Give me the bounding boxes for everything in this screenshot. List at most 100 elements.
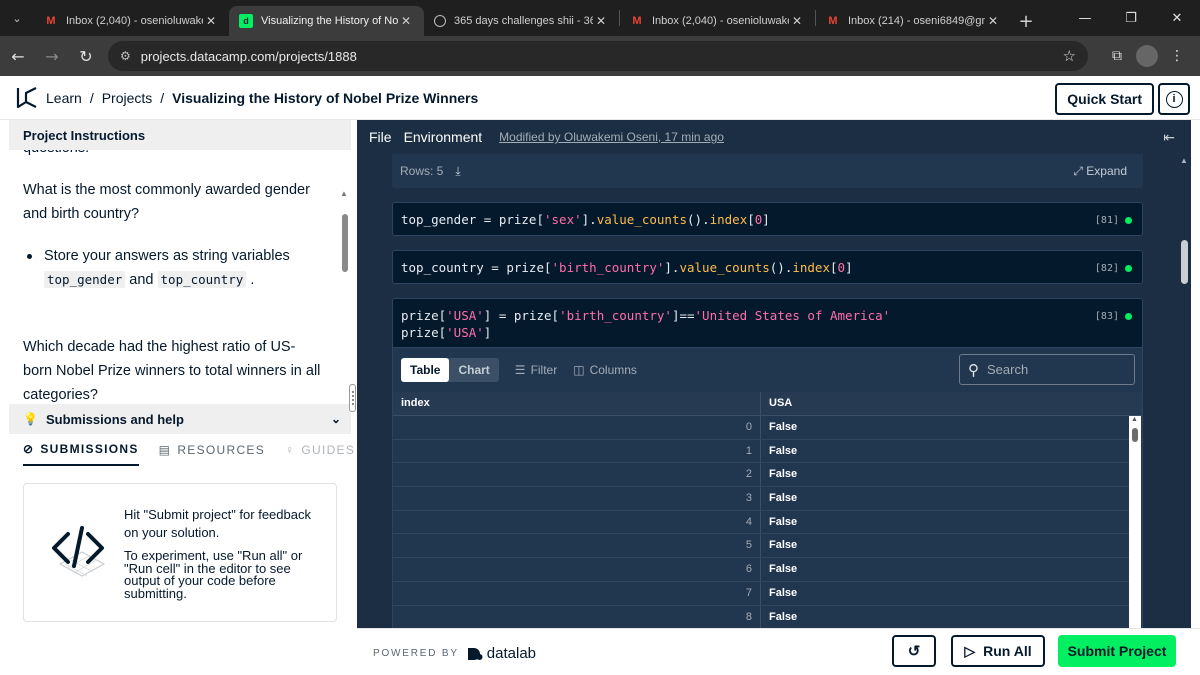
table-row[interactable]: 3 False: [393, 487, 1142, 511]
powered-by-label: POWERED BY: [373, 648, 459, 659]
modified-by-link[interactable]: Modified by Oluwakemi Oseni, 17 min ago: [499, 130, 724, 144]
breadcrumb-learn[interactable]: Learn: [46, 90, 82, 106]
browser-tab[interactable]: 365 days challenges shii - 36 ✕: [424, 6, 619, 36]
code-cell[interactable]: prize['USA'] = prize['birth_country']=='…: [392, 298, 1143, 348]
scroll-up-icon[interactable]: ▲: [1131, 416, 1138, 423]
table-view-button[interactable]: Table: [401, 358, 450, 382]
collapse-panel-icon[interactable]: ⇤: [1163, 129, 1175, 146]
reload-icon[interactable]: ↻: [70, 40, 102, 72]
table-scrollbar[interactable]: ▲: [1129, 416, 1141, 628]
menu-environment[interactable]: Environment: [404, 129, 483, 145]
table-row[interactable]: 4 False: [393, 510, 1142, 535]
scroll-up-icon[interactable]: ▲: [340, 182, 348, 206]
instructions-body[interactable]: questions: What is the most commonly awa…: [9, 150, 351, 404]
submissions-tabs: ⊘ SUBMISSIONS ▤ RESOURCES ♀ GUIDES: [23, 442, 355, 466]
scrollbar-thumb[interactable]: [1132, 428, 1138, 442]
cell-execution-count: [83]: [1095, 308, 1132, 325]
browser-menu-icon[interactable]: ⋮: [1162, 41, 1192, 71]
run-all-button[interactable]: ▷ Run All: [951, 635, 1045, 667]
close-icon[interactable]: ✕: [985, 14, 1001, 28]
profile-avatar[interactable]: [1136, 45, 1158, 67]
expand-button[interactable]: ⤢ Expand: [1073, 164, 1127, 179]
code-cell[interactable]: top_gender = prize['sex'].value_counts()…: [392, 202, 1143, 236]
table-row[interactable]: 0 False: [393, 416, 1142, 440]
bookmark-star-icon[interactable]: ☆: [1063, 47, 1076, 65]
code-cell[interactable]: top_country = prize['birth_country'].val…: [392, 250, 1143, 284]
submissions-header[interactable]: 💡 Submissions and help ⌄: [9, 404, 351, 434]
app-header: Learn / Projects / Visualizing the Histo…: [0, 76, 1200, 120]
table-row[interactable]: 8 False: [393, 605, 1142, 628]
info-button[interactable]: i: [1158, 83, 1190, 115]
scrollbar-thumb[interactable]: [1181, 240, 1188, 284]
instructions-panel: Project Instructions questions: What is …: [9, 120, 354, 675]
cell-index: 4: [393, 510, 761, 534]
forward-arrow-icon[interactable]: →: [36, 40, 68, 72]
editor-footer: POWERED BY datalab ↺ ▷ Run All Submit Pro…: [357, 628, 1200, 675]
download-icon[interactable]: ⤓: [455, 164, 460, 179]
notebook-menu-bar: File Environment Modified by Oluwakemi O…: [357, 120, 1191, 154]
tab-resources[interactable]: ▤ RESOURCES: [159, 442, 265, 466]
submission-hint-text: To experiment, use "Run all" or "Run cel…: [124, 548, 303, 601]
tab-title: Visualizing the History of No: [261, 15, 398, 27]
back-arrow-icon[interactable]: ←: [2, 40, 34, 72]
cell-index: 8: [393, 605, 761, 628]
quick-start-button[interactable]: Quick Start: [1055, 83, 1154, 115]
cell-usa-value: False: [769, 492, 798, 505]
bullet-text: Store your answers as string variables: [44, 248, 290, 264]
url-field[interactable]: ⚙ projects.datacamp.com/projects/1888 ☆: [108, 41, 1088, 71]
close-icon[interactable]: ✕: [789, 14, 805, 28]
chart-view-button[interactable]: Chart: [449, 358, 498, 382]
scroll-up-icon[interactable]: ▲: [1180, 156, 1188, 165]
browser-tab[interactable]: M Inbox (214) - oseni6849@gm ✕: [816, 6, 1011, 36]
tab-submissions[interactable]: ⊘ SUBMISSIONS: [23, 442, 139, 466]
view-toggle: Table Chart: [401, 358, 499, 382]
close-icon[interactable]: ✕: [593, 14, 609, 28]
browser-tab[interactable]: M Inbox (2,040) - osenioluwake ✕: [620, 6, 815, 36]
instruction-bullet: Store your answers as string variables t…: [27, 244, 317, 292]
table-row[interactable]: 5 False: [393, 534, 1142, 559]
columns-button[interactable]: ◫ Columns: [573, 363, 637, 377]
minimize-icon[interactable]: —: [1062, 0, 1108, 36]
scrollbar-thumb[interactable]: [342, 214, 348, 272]
browser-tab-active[interactable]: d Visualizing the History of No ✕: [229, 6, 424, 36]
tab-label: RESOURCES: [177, 443, 266, 457]
close-icon[interactable]: ✕: [203, 14, 219, 28]
output-search-input[interactable]: ⚲ Search: [959, 354, 1135, 385]
extensions-icon[interactable]: ⧉: [1102, 41, 1132, 71]
panel-resize-handle[interactable]: [349, 384, 356, 412]
table-row[interactable]: 7 False: [393, 581, 1142, 606]
new-tab-button[interactable]: +: [1011, 6, 1041, 36]
tab-label: SUBMISSIONS: [40, 442, 139, 456]
table-row[interactable]: 2 False: [393, 463, 1142, 488]
notebook-scrollbar[interactable]: ▲: [1177, 154, 1191, 628]
table-row[interactable]: 6 False: [393, 558, 1142, 582]
lightbulb-icon: ♀: [285, 443, 296, 457]
table-body: 0 False 1 False 2 False 3 False 4 False 5 False 6 Fal…: [393, 416, 1142, 628]
datalab-logo[interactable]: datalab: [467, 645, 536, 662]
column-header-index[interactable]: index: [393, 392, 761, 415]
filter-button[interactable]: ☰ Filter: [515, 363, 557, 377]
document-icon: ▤: [158, 443, 172, 457]
breadcrumb-projects[interactable]: Projects: [102, 90, 153, 106]
instruction-text: questions:: [23, 150, 89, 160]
bullet-text: and: [129, 272, 154, 288]
close-window-icon[interactable]: ✕: [1154, 0, 1200, 36]
reset-button[interactable]: ↺: [892, 635, 936, 667]
site-info-icon[interactable]: ⚙: [120, 49, 131, 63]
tab-search-icon[interactable]: ⌄: [0, 0, 34, 36]
menu-file[interactable]: File: [369, 129, 392, 145]
restore-icon[interactable]: ❐: [1108, 0, 1154, 36]
instructions-scrollbar[interactable]: ▲ ▼: [339, 180, 351, 404]
columns-icon: ◫: [573, 363, 585, 377]
submit-project-button[interactable]: Submit Project: [1058, 635, 1176, 667]
status-dot-icon: [1125, 313, 1132, 320]
close-icon[interactable]: ✕: [398, 14, 414, 28]
column-header-usa[interactable]: USA: [761, 392, 1129, 415]
chevron-down-icon[interactable]: ⌄: [331, 412, 341, 426]
powered-by: POWERED BY datalab: [373, 645, 536, 662]
browser-tab[interactable]: M Inbox (2,040) - osenioluwake ✕: [34, 6, 229, 36]
table-row[interactable]: 1 False: [393, 439, 1142, 464]
tab-guides[interactable]: ♀ GUIDES: [285, 442, 355, 466]
datacamp-logo-icon[interactable]: [14, 85, 40, 111]
search-icon: ⚲: [968, 361, 979, 379]
